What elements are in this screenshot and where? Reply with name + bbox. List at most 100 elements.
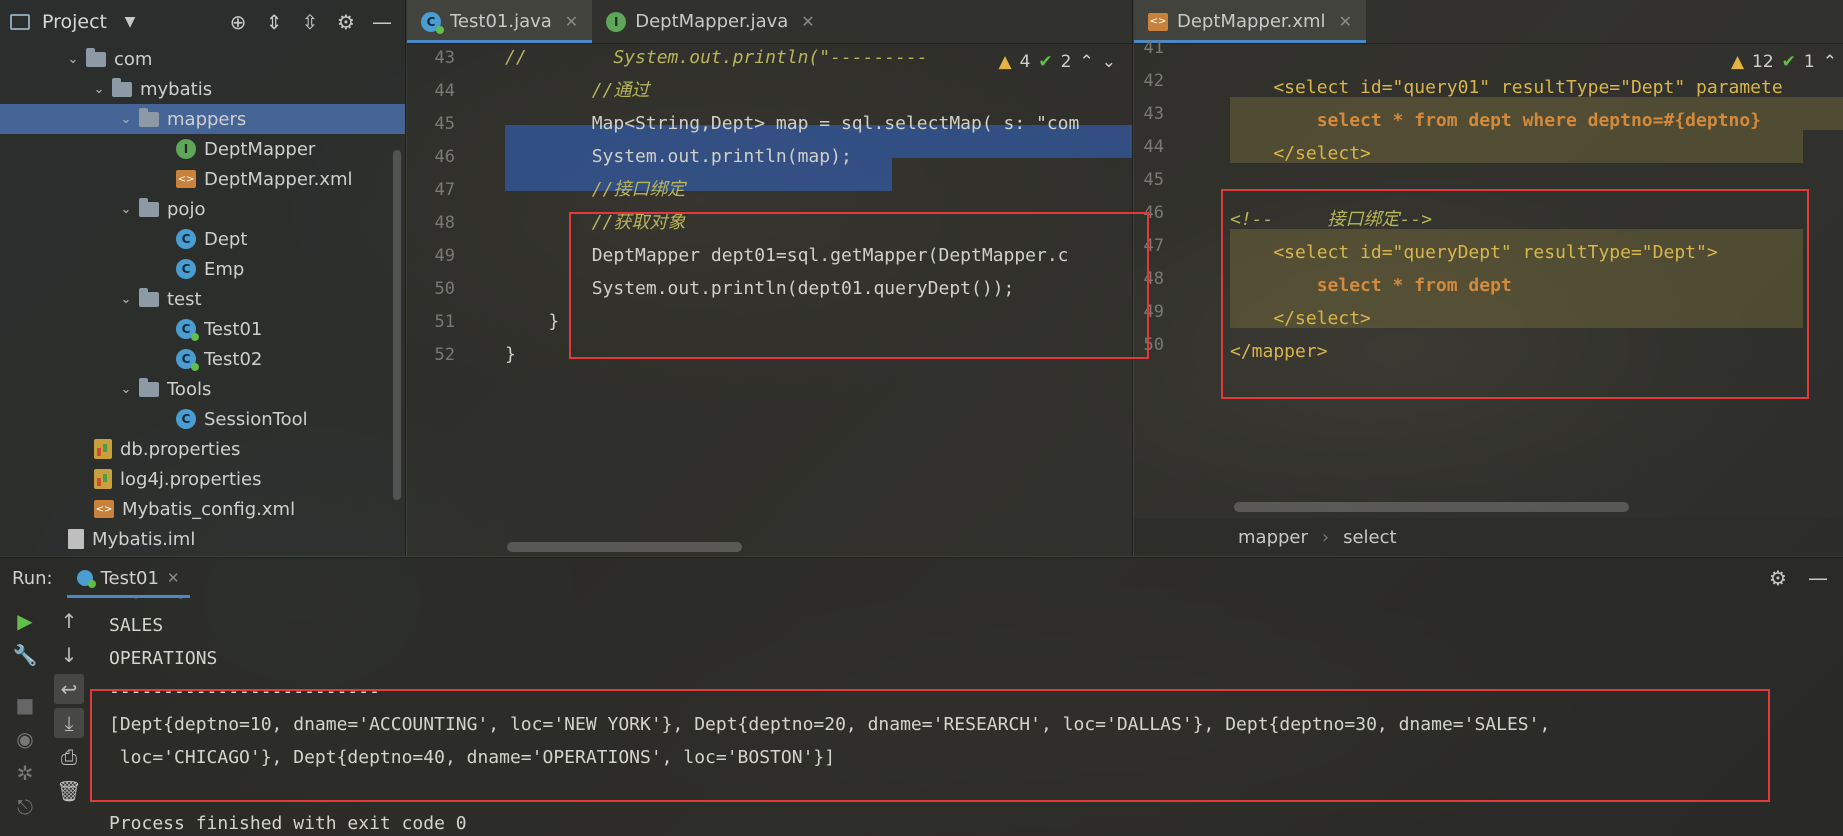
wrench-icon[interactable]: 🔧 xyxy=(10,640,40,670)
chevron-down-icon[interactable]: ⌄ xyxy=(117,202,135,217)
xml-file-icon: <> xyxy=(94,500,114,518)
close-icon[interactable]: ✕ xyxy=(565,12,578,31)
run-panel-header: Run: Test01 ✕ ⚙ — xyxy=(0,558,1843,598)
console-line: OPERATIONS xyxy=(109,648,218,669)
line-number: 41 xyxy=(1143,38,1164,58)
close-icon[interactable]: ✕ xyxy=(801,12,814,31)
code-line: } xyxy=(505,344,516,365)
tree-item-tools[interactable]: ⌄ Tools xyxy=(0,374,405,404)
tree-item-test[interactable]: ⌄ test xyxy=(0,284,405,314)
xml-code-area[interactable]: <select id="query01" resultType="Dept" p… xyxy=(1230,44,1843,516)
gear-icon[interactable]: ⚙ xyxy=(1765,565,1791,591)
camera-icon[interactable]: ◉ xyxy=(10,724,40,754)
folder-icon xyxy=(139,287,159,307)
tab-label: DeptMapper.java xyxy=(635,11,789,32)
line-number: 50 xyxy=(434,279,455,299)
tree-item-test02[interactable]: C Test02 xyxy=(0,344,405,374)
arrow-up-icon[interactable]: ↑ xyxy=(54,606,84,636)
run-panel: Run: Test01 ✕ ⚙ — ▶ ↑ 🔧 ↓ ↩ ■ ⤓ ◉ ⎙ ✲ 🗑 … xyxy=(0,557,1843,836)
module-file-icon xyxy=(68,529,84,549)
project-panel-header: Project ▼ ⊕ ⇕ ⇳ ⚙ — xyxy=(0,0,405,44)
print-icon[interactable]: ⎙ xyxy=(54,742,84,772)
tree-item-mappers[interactable]: ⌄ mappers xyxy=(0,104,405,134)
run-toolbar: ▶ ↑ 🔧 ↓ ↩ ■ ⤓ ◉ ⎙ ✲ 🗑 ⎋ xyxy=(0,598,88,836)
tab-test01-java[interactable]: C Test01.java ✕ xyxy=(407,0,593,43)
chevron-down-icon[interactable]: ▼ xyxy=(117,9,143,35)
close-icon[interactable]: ✕ xyxy=(1339,12,1352,31)
java-code-area[interactable]: // System.out.println("--------- //通过 Ma… xyxy=(505,44,1132,556)
tree-item-com[interactable]: ⌄ com xyxy=(0,44,405,74)
close-icon[interactable]: ✕ xyxy=(167,569,180,587)
line-number: 50 xyxy=(1143,335,1164,355)
line-number: 52 xyxy=(434,345,455,365)
tab-deptmapper-xml[interactable]: <> DeptMapper.xml ✕ xyxy=(1134,0,1366,43)
tree-item-emp[interactable]: C Emp xyxy=(0,254,405,284)
trash-icon[interactable]: 🗑 xyxy=(54,776,84,806)
java-editor-tabbar: C Test01.java ✕ I DeptMapper.java ✕ xyxy=(407,0,1132,44)
tree-item-deptmapper-xml[interactable]: <> DeptMapper.xml xyxy=(0,164,405,194)
locate-target-icon[interactable]: ⊕ xyxy=(225,9,251,35)
properties-file-icon xyxy=(94,439,112,459)
collapse-all-icon[interactable]: ⇳ xyxy=(297,9,323,35)
line-number: 45 xyxy=(1143,170,1164,190)
soft-wrap-icon[interactable]: ↩ xyxy=(54,674,84,704)
line-number: 43 xyxy=(1143,104,1164,124)
stop-icon[interactable]: ■ xyxy=(10,690,40,720)
xml-editor-tabbar: <> DeptMapper.xml ✕ xyxy=(1134,0,1843,44)
tree-item-mybatis-config[interactable]: <> Mybatis_config.xml xyxy=(0,494,405,524)
tree-item-label: mybatis xyxy=(140,78,213,100)
settings-cog-icon[interactable]: ✲ xyxy=(10,758,40,788)
minimize-icon[interactable]: — xyxy=(369,9,395,35)
code-line: <select id="queryDept" resultType="Dept"… xyxy=(1230,242,1718,263)
tree-item-mybatis[interactable]: ⌄ mybatis xyxy=(0,74,405,104)
scroll-to-end-icon[interactable]: ⤓ xyxy=(54,708,84,738)
tree-item-pojo[interactable]: ⌄ pojo xyxy=(0,194,405,224)
console-output[interactable]: RESEARCH SALES OPERATIONS --------------… xyxy=(108,598,1843,836)
class-icon: C xyxy=(176,409,196,429)
tree-item-db-properties[interactable]: db.properties xyxy=(0,434,405,464)
line-number: 47 xyxy=(1143,236,1164,256)
tree-item-log4j-properties[interactable]: log4j.properties xyxy=(0,464,405,494)
tree-item-dept[interactable]: C Dept xyxy=(0,224,405,254)
console-line: SALES xyxy=(109,615,164,636)
chevron-down-icon[interactable]: ⌄ xyxy=(64,52,82,67)
java-editor-hscrollbar[interactable] xyxy=(507,542,742,552)
chevron-down-icon[interactable]: ⌄ xyxy=(90,82,108,97)
line-number: 51 xyxy=(434,312,455,332)
project-window-icon xyxy=(10,14,30,30)
project-tree-scrollbar[interactable] xyxy=(393,150,401,500)
tree-item-deptmapper[interactable]: I DeptMapper xyxy=(0,134,405,164)
chevron-down-icon[interactable]: ⌄ xyxy=(117,382,135,397)
breadcrumb-item[interactable]: select xyxy=(1343,527,1396,548)
tree-item-label: SessionTool xyxy=(204,408,308,430)
chevron-right-icon: › xyxy=(1321,526,1330,548)
interface-icon: I xyxy=(606,11,627,32)
project-panel: Project ▼ ⊕ ⇕ ⇳ ⚙ — ⌄ com ⌄ mybatis ⌄ ma… xyxy=(0,0,406,556)
project-panel-title[interactable]: Project xyxy=(42,11,107,33)
exit-icon[interactable]: ⎋ xyxy=(10,792,40,822)
rerun-icon[interactable]: ▶ xyxy=(10,606,40,636)
arrow-down-icon[interactable]: ↓ xyxy=(54,640,84,670)
chevron-down-icon[interactable]: ⌄ xyxy=(117,112,135,127)
gear-icon[interactable]: ⚙ xyxy=(333,9,359,35)
expand-all-icon[interactable]: ⇕ xyxy=(261,9,287,35)
minimize-icon[interactable]: — xyxy=(1805,565,1831,591)
interface-icon: I xyxy=(176,139,196,159)
tab-run-test01[interactable]: Test01 ✕ xyxy=(66,558,190,598)
tree-item-test01[interactable]: C Test01 xyxy=(0,314,405,344)
tab-deptmapper-java[interactable]: I DeptMapper.java ✕ xyxy=(592,0,829,43)
folder-icon xyxy=(139,377,159,397)
line-number: 42 xyxy=(1143,71,1164,91)
line-number: 47 xyxy=(434,180,455,200)
code-line: select * from dept where deptno=#{deptno… xyxy=(1230,110,1762,131)
console-line: [Dept{deptno=10, dname='ACCOUNTING', loc… xyxy=(109,714,1551,735)
tree-item-mybatis-iml[interactable]: Mybatis.iml xyxy=(0,524,405,554)
breadcrumb-item[interactable]: mapper xyxy=(1238,527,1308,548)
tree-item-label: Tools xyxy=(167,378,212,400)
line-number: 49 xyxy=(434,246,455,266)
console-line: Process finished with exit code 0 xyxy=(109,813,467,834)
chevron-down-icon[interactable]: ⌄ xyxy=(117,292,135,307)
xml-editor-hscrollbar[interactable] xyxy=(1234,502,1629,512)
properties-file-icon xyxy=(94,469,112,489)
tree-item-sessiontool[interactable]: C SessionTool xyxy=(0,404,405,434)
